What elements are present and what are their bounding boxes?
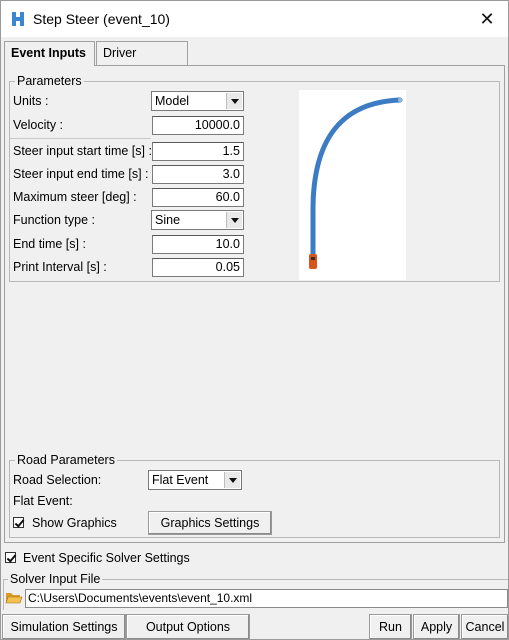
parameters-legend: Parameters: [15, 74, 84, 88]
run-button[interactable]: Run: [369, 614, 412, 640]
solver-input-file-legend: Solver Input File: [8, 572, 103, 586]
max-steer-input[interactable]: 60.0: [152, 188, 244, 207]
app-logo-icon: [12, 12, 24, 26]
chevron-down-icon[interactable]: [226, 212, 242, 228]
vehicle-path-graphic: [309, 97, 403, 269]
road-selection-label: Road Selection:: [13, 473, 102, 487]
cancel-button[interactable]: Cancel: [461, 614, 509, 640]
units-value: Model: [155, 94, 190, 108]
max-steer-label: Maximum steer [deg] :: [13, 190, 137, 204]
end-time-input[interactable]: 10.0: [152, 235, 244, 254]
vehicle-path-line: [310, 97, 403, 263]
vehicle-windshield: [311, 257, 315, 260]
parameters-group: Parameters: [9, 74, 500, 282]
title-bar: Step Steer (event_10) ✕: [1, 1, 508, 37]
units-dropdown[interactable]: Model: [151, 91, 244, 111]
simulation-settings-button[interactable]: Simulation Settings: [2, 614, 126, 640]
steer-start-input[interactable]: 1.5: [152, 142, 244, 161]
road-parameters-legend: Road Parameters: [15, 453, 117, 467]
tab-event-inputs[interactable]: Event Inputs: [4, 41, 95, 66]
solver-input-file-path[interactable]: C:\Users\Documents\events\event_10.xml: [25, 589, 508, 608]
print-interval-label: Print Interval [s] :: [13, 260, 107, 274]
output-options-button[interactable]: Output Options: [126, 614, 250, 640]
event-specific-solver-checkbox[interactable]: [5, 552, 16, 563]
close-icon[interactable]: ✕: [474, 7, 500, 31]
path-end-marker: [398, 98, 402, 102]
maneuver-preview: [299, 90, 406, 280]
velocity-label: Velocity :: [13, 118, 64, 132]
road-selection-dropdown[interactable]: Flat Event: [148, 470, 242, 490]
graphics-settings-button[interactable]: Graphics Settings: [148, 511, 272, 535]
function-type-value: Sine: [155, 213, 181, 227]
function-type-dropdown[interactable]: Sine: [151, 210, 244, 230]
show-graphics-label: Show Graphics: [32, 516, 117, 530]
flat-event-label: Flat Event:: [13, 494, 73, 508]
end-time-label: End time [s] :: [13, 237, 86, 251]
folder-open-icon[interactable]: [5, 590, 23, 606]
velocity-input[interactable]: 10000.0: [152, 116, 244, 135]
steer-end-input[interactable]: 3.0: [152, 165, 244, 184]
window-title: Step Steer (event_10): [33, 11, 170, 27]
road-selection-value: Flat Event: [152, 473, 209, 487]
chevron-down-icon[interactable]: [226, 93, 242, 109]
show-graphics-checkbox[interactable]: [13, 517, 24, 528]
steer-end-label: Steer input end time [s] :: [13, 167, 149, 181]
divider: [9, 138, 151, 139]
tab-driver[interactable]: Driver: [96, 41, 188, 65]
steer-start-label: Steer input start time [s] :: [13, 144, 152, 158]
units-label: Units :: [13, 94, 49, 108]
print-interval-input[interactable]: 0.05: [152, 258, 244, 277]
step-steer-dialog: Step Steer (event_10) ✕ Event Inputs Dri…: [0, 0, 509, 640]
chevron-down-icon[interactable]: [224, 472, 240, 488]
apply-button[interactable]: Apply: [413, 614, 460, 640]
function-type-label: Function type :: [13, 213, 95, 227]
vehicle-icon: [309, 254, 317, 269]
event-specific-solver-label: Event Specific Solver Settings: [23, 551, 190, 565]
